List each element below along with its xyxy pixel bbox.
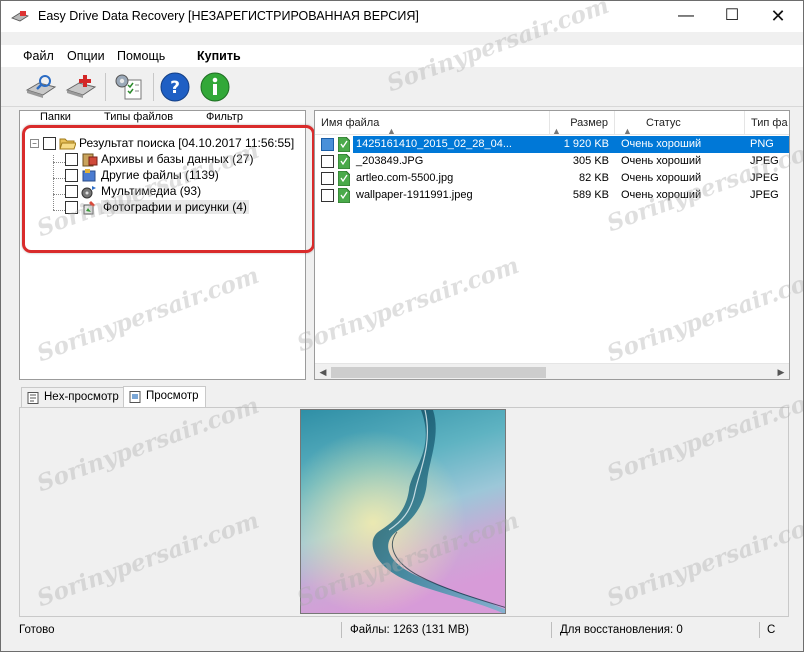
image-file-icon bbox=[338, 137, 350, 152]
tab-file-types[interactable]: Типы файлов bbox=[86, 111, 178, 125]
file-name: wallpaper-1911991.jpeg bbox=[356, 189, 473, 201]
file-checkbox[interactable] bbox=[321, 138, 334, 151]
help-button[interactable]: ? bbox=[157, 70, 193, 104]
file-size: 305 KB bbox=[572, 155, 609, 167]
file-status: Очень хороший bbox=[621, 189, 702, 201]
tab-folders[interactable]: Папки bbox=[22, 111, 80, 125]
scrollbar-thumb[interactable] bbox=[331, 367, 546, 378]
file-size: 82 KB bbox=[579, 172, 609, 184]
column-header-status[interactable]: ▲ Статус bbox=[615, 111, 745, 135]
file-list-panel: Имя файла ▲ Размер ▲ ▲ Статус Тип фа 142… bbox=[314, 110, 790, 380]
maximize-button[interactable]: ☐ bbox=[709, 1, 755, 32]
annotation-highlight-box bbox=[22, 125, 315, 253]
file-checkbox[interactable] bbox=[321, 155, 334, 168]
file-checkbox[interactable] bbox=[321, 189, 334, 202]
menu-options[interactable]: Опции bbox=[67, 49, 105, 63]
toolbar: ? bbox=[1, 67, 803, 107]
status-to-recover: Для восстановления: 0 bbox=[560, 624, 683, 636]
svg-text:?: ? bbox=[170, 78, 180, 98]
tab-filter[interactable]: Фильтр bbox=[188, 111, 252, 125]
scroll-left-icon[interactable]: ◀ bbox=[315, 364, 331, 379]
column-header-size[interactable]: Размер ▲ bbox=[550, 111, 615, 135]
file-name: _203849.JPG bbox=[356, 155, 424, 167]
preview-tabs: Hex-просмотр Просмотр bbox=[19, 386, 789, 408]
minimize-button[interactable]: — bbox=[663, 1, 709, 32]
image-file-icon bbox=[338, 154, 350, 169]
column-header-name[interactable]: Имя файла ▲ bbox=[315, 111, 550, 135]
scroll-right-icon[interactable]: ▶ bbox=[773, 364, 789, 379]
file-status: Очень хороший bbox=[621, 155, 702, 167]
file-name: 1425161410_2015_02_28_04... bbox=[353, 136, 515, 153]
preview-image bbox=[300, 409, 506, 614]
menu-file[interactable]: Файл bbox=[23, 49, 54, 63]
image-file-icon bbox=[338, 188, 350, 203]
preview-document-icon bbox=[129, 391, 141, 403]
file-type: JPEG bbox=[750, 172, 779, 184]
file-status: Очень хороший bbox=[615, 136, 745, 153]
info-button[interactable] bbox=[197, 70, 233, 104]
status-divider bbox=[341, 622, 342, 638]
menu-buy[interactable]: Купить bbox=[197, 49, 241, 63]
toolbar-separator bbox=[153, 73, 154, 101]
sort-up-icon: ▲ bbox=[552, 126, 561, 135]
add-drive-button[interactable] bbox=[63, 70, 99, 104]
tab-hex-view[interactable]: Hex-просмотр bbox=[21, 387, 126, 408]
file-list-header: Имя файла ▲ Размер ▲ ▲ Статус Тип фа bbox=[315, 111, 789, 135]
file-size: 589 KB bbox=[572, 189, 609, 201]
tab-preview[interactable]: Просмотр bbox=[123, 386, 206, 408]
table-row[interactable]: _203849.JPG 305 KB Очень хороший JPEG bbox=[315, 153, 789, 170]
column-header-type[interactable]: Тип фа bbox=[745, 111, 789, 135]
horizontal-scrollbar[interactable]: ◀ ▶ bbox=[315, 363, 789, 379]
status-ready: Готово bbox=[19, 624, 55, 636]
file-status: Очень хороший bbox=[621, 172, 702, 184]
table-row[interactable]: 1425161410_2015_02_28_04... 1 920 KB Оче… bbox=[315, 136, 789, 153]
file-type: JPEG bbox=[750, 189, 779, 201]
sort-up-icon: ▲ bbox=[387, 126, 396, 135]
add-drive-icon bbox=[65, 75, 97, 98]
abstract-wallpaper-image bbox=[301, 410, 505, 613]
file-type: JPEG bbox=[750, 155, 779, 167]
file-name: artleo.com-5500.jpg bbox=[356, 172, 454, 184]
file-type: PNG bbox=[745, 136, 789, 153]
preview-area bbox=[19, 407, 789, 617]
status-extra: С bbox=[767, 624, 776, 636]
settings-checklist-icon bbox=[115, 74, 142, 100]
info-icon bbox=[200, 72, 230, 102]
title-bar[interactable]: Easy Drive Data Recovery [НЕЗАРЕГИСТРИРО… bbox=[1, 1, 803, 32]
scan-drive-icon bbox=[25, 75, 57, 98]
scan-drive-button[interactable] bbox=[23, 70, 59, 104]
help-icon: ? bbox=[160, 72, 190, 102]
status-divider bbox=[551, 622, 552, 638]
table-row[interactable]: wallpaper-1911991.jpeg 589 KB Очень хоро… bbox=[315, 187, 789, 204]
sort-up-icon: ▲ bbox=[623, 126, 632, 135]
window-title: Easy Drive Data Recovery [НЕЗАРЕГИСТРИРО… bbox=[38, 9, 419, 23]
status-divider bbox=[759, 622, 760, 638]
status-files-count: Файлы: 1263 (131 MB) bbox=[350, 624, 469, 636]
status-bar: Готово Файлы: 1263 (131 MB) Для восстано… bbox=[1, 620, 803, 651]
hex-document-icon bbox=[27, 392, 39, 404]
app-window: Easy Drive Data Recovery [НЕЗАРЕГИСТРИРО… bbox=[0, 0, 804, 652]
settings-button[interactable] bbox=[111, 70, 147, 104]
menu-bar: Файл Опции Помощь Купить bbox=[1, 45, 803, 67]
table-row[interactable]: artleo.com-5500.jpg 82 KB Очень хороший … bbox=[315, 170, 789, 187]
toolbar-separator bbox=[105, 73, 106, 101]
image-file-icon bbox=[338, 171, 350, 186]
file-checkbox[interactable] bbox=[321, 172, 334, 185]
file-size: 1 920 KB bbox=[513, 136, 615, 153]
menu-help[interactable]: Помощь bbox=[117, 49, 165, 63]
close-button[interactable]: ✕ bbox=[755, 1, 801, 32]
app-logo-icon bbox=[11, 11, 29, 22]
